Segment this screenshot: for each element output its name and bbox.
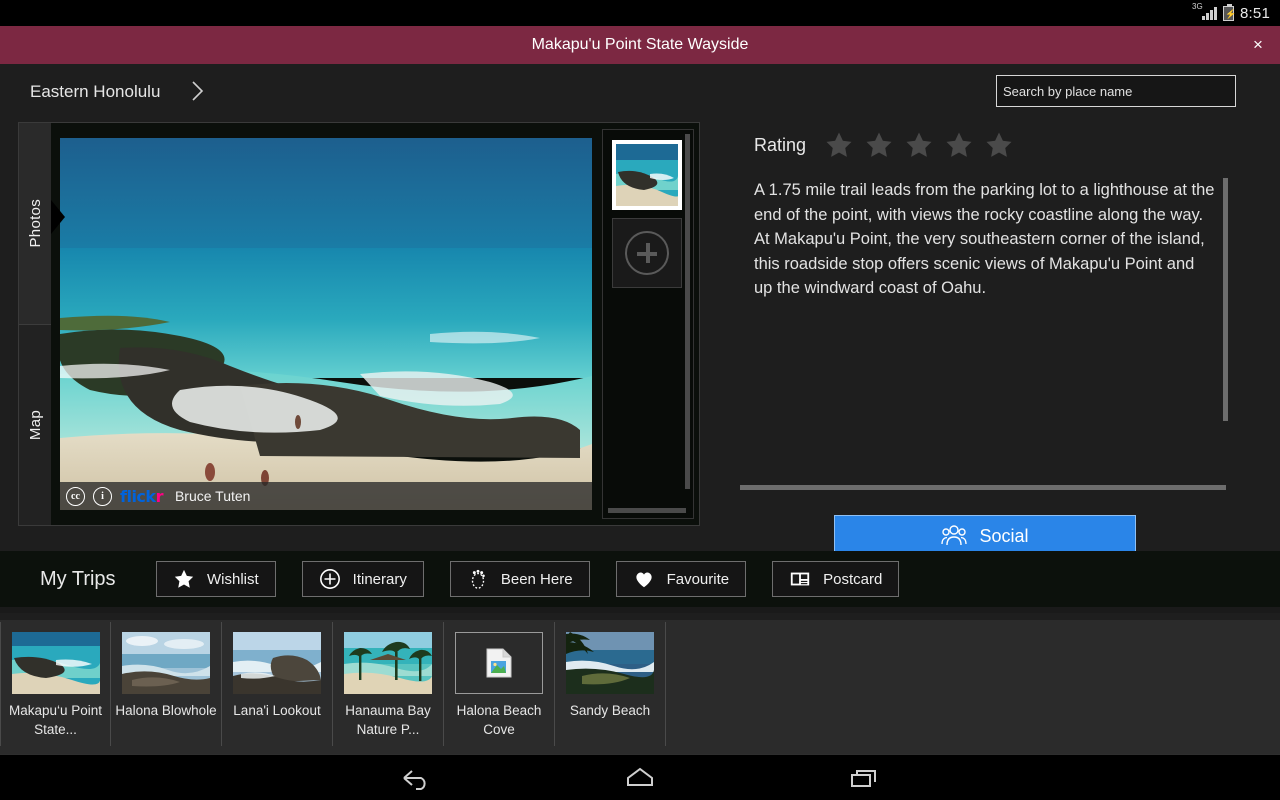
hero-photo[interactable]: cc i flickr Bruce Tuten [60,138,592,510]
tab-photos[interactable]: Photos [19,123,51,323]
app-content: Eastern Honolulu Photos Map [0,64,1280,754]
flickr-logo-part2: r [155,486,164,506]
thumbnail-rail-vertical-scrollbar[interactable] [685,134,690,489]
breadcrumb-row: Eastern Honolulu [0,64,1280,122]
rating-row: Rating [754,130,1014,160]
place-card-2[interactable]: Halona Blowhole [111,622,222,746]
android-status-bar: 3G ⚡ 8:51 [0,0,1280,26]
tab-map[interactable]: Map [19,324,51,525]
divider [0,607,1280,613]
photo-thumbnail-1-image [616,144,680,206]
hero-photo-image [60,138,592,510]
breadcrumb-item-region[interactable]: Eastern Honolulu [30,82,160,102]
star-icon [174,569,194,588]
favourite-button[interactable]: Favourite [615,561,747,597]
wishlist-button-label: Wishlist [207,570,259,588]
thumbnail-rail-horizontal-scrollbar[interactable] [608,508,686,513]
place-description: A 1.75 mile trail leads from the parking… [754,181,1215,297]
my-trips-label: My Trips [40,567,116,590]
place-card-1-thumbnail [11,632,100,694]
place-card-6-thumbnail [566,632,654,694]
tab-photos-label: Photos [26,198,44,248]
clock-label: 8:51 [1240,4,1270,22]
heart-icon [635,572,652,588]
favourite-button-label: Favourite [666,570,730,588]
social-button-label: Social [979,525,1029,546]
media-tab-rail: Photos Map [19,123,51,525]
itinerary-button[interactable]: Itinerary [301,561,424,597]
recents-icon[interactable] [844,763,884,793]
place-card-1-label: Makapu‘u Point State... [8,703,103,737]
been-here-button-label: Been Here [500,570,573,588]
network-type-label: 3G [1192,2,1203,11]
signal-bars-icon: 3G [1192,3,1217,20]
photo-author-label: Bruce Tuten [174,488,251,504]
page-title: Makapu'u Point State Wayside [531,36,749,53]
star-icon-5[interactable] [984,130,1014,160]
place-card-1[interactable]: Makapu‘u Point State... [0,622,111,746]
footprint-icon [471,569,485,589]
photo-thumbnail-1[interactable] [612,140,682,210]
place-card-4-label: Hanauma Bay Nature P... [345,703,431,737]
star-icon-3[interactable] [904,130,934,160]
place-card-4-thumbnail [344,632,432,694]
chevron-right-icon[interactable] [190,79,206,103]
wishlist-button[interactable]: Wishlist [156,561,276,597]
window-title-bar: Makapu'u Point State Wayside × [0,26,1280,64]
battery-charging-icon: ⚡ [1223,3,1236,21]
place-card-3-label: Lana'i Lookout [233,703,321,718]
selected-tab-pointer-icon [51,200,65,234]
star-icon-4[interactable] [944,130,974,160]
been-here-button[interactable]: Been Here [449,561,590,597]
plus-icon [625,231,669,275]
star-icon-1[interactable] [824,130,854,160]
place-card-3-thumbnail [233,632,321,694]
add-photo-button[interactable] [612,218,682,288]
back-arrow-icon[interactable] [396,763,436,793]
flickr-logo-part1: flick [120,486,156,506]
plus-circle-icon [319,569,340,589]
itinerary-button-label: Itinerary [352,570,407,588]
flickr-logo[interactable]: flickr [120,487,163,506]
place-card-6-label: Sandy Beach [569,703,651,718]
star-icon-2[interactable] [864,130,894,160]
broken-image-icon [486,648,512,678]
description-horizontal-scrollbar[interactable] [740,485,1226,490]
photo-thumbnail-rail [602,129,694,519]
photo-attribution-bar: cc i flickr Bruce Tuten [60,482,592,510]
place-card-4[interactable]: Hanauma Bay Nature P... [333,622,444,746]
place-card-5[interactable]: Halona Beach Cove [444,622,555,746]
place-card-2-label: Halona Blowhole [115,703,217,718]
home-icon[interactable] [620,763,660,793]
place-card-5-thumbnail [455,632,543,694]
place-card-5-label: Halona Beach Cove [456,703,542,737]
postcard-button[interactable]: Postcard [772,561,900,597]
people-group-icon [941,525,968,546]
description-vertical-scrollbar[interactable] [1223,178,1228,421]
my-trips-bar: My Trips Wishlist Itinerary Been Here Fa… [0,551,1280,607]
rating-stars[interactable] [824,130,1014,160]
place-card-3[interactable]: Lana'i Lookout [222,622,333,746]
place-card-2-thumbnail [122,632,210,694]
tab-map-label: Map [26,409,44,441]
search-input[interactable] [996,75,1236,107]
strip-empty-space [666,620,1280,754]
place-info-panel: Rating A 1.75 mile trail leads from the … [738,122,1238,557]
rating-label: Rating [754,134,807,155]
creative-commons-icon[interactable]: cc [66,486,85,506]
close-icon[interactable]: × [1236,26,1280,64]
postcard-icon [790,572,810,586]
postcard-button-label: Postcard [823,570,883,588]
media-panel: Photos Map cc i flickr Bruce Tuten [18,122,700,526]
nearby-places-strip: Makapu‘u Point State... Halona Blowhole [0,620,1280,754]
android-nav-bar [0,754,1280,800]
info-icon[interactable]: i [93,486,112,506]
place-card-6[interactable]: Sandy Beach [555,622,666,746]
